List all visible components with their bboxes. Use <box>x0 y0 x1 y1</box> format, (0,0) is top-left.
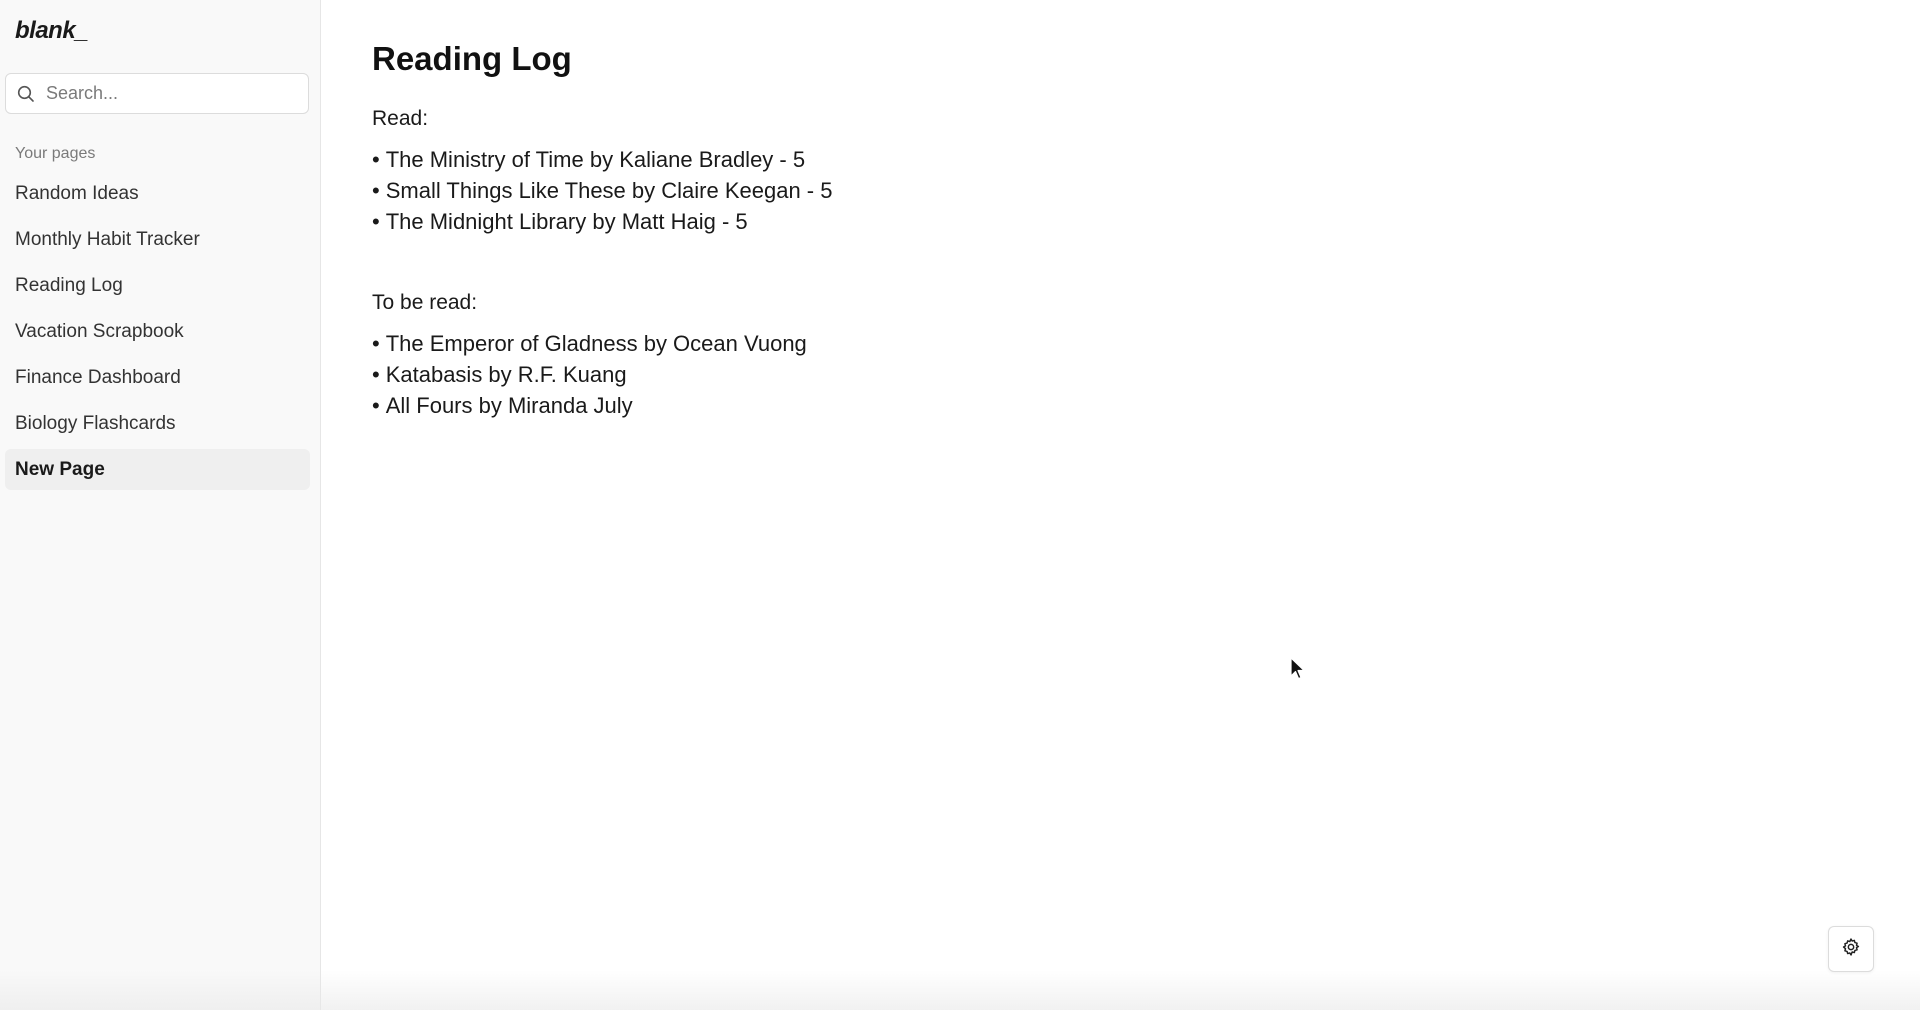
bullet: • <box>372 393 380 418</box>
book-title: The Ministry of Time by Kaliane Bradley … <box>385 147 806 172</box>
sidebar-item-vacation-scrapbook[interactable]: Vacation Scrapbook <box>5 311 310 352</box>
sidebar-item-random-ideas[interactable]: Random Ideas <box>5 173 310 214</box>
book-title: Katabasis by R.F. Kuang <box>385 362 627 387</box>
bullet: • <box>372 209 380 234</box>
list-item[interactable]: • The Emperor of Gladness by Ocean Vuong <box>372 328 807 359</box>
read-heading[interactable]: Read: <box>372 107 428 131</box>
pages-section-label: Your pages <box>15 145 96 162</box>
list-item[interactable]: • All Fours by Miranda July <box>372 390 807 421</box>
app-logo: blank_ <box>15 17 89 44</box>
sidebar-item-monthly-habit-tracker[interactable]: Monthly Habit Tracker <box>5 219 310 260</box>
sidebar-item-finance-dashboard[interactable]: Finance Dashboard <box>5 357 310 398</box>
book-title: The Emperor of Gladness by Ocean Vuong <box>385 331 807 356</box>
sidebar-item-new-page[interactable]: New Page <box>5 449 310 490</box>
sidebar-item-reading-log[interactable]: Reading Log <box>5 265 310 306</box>
bullet: • <box>372 331 380 356</box>
tbr-list: • The Emperor of Gladness by Ocean Vuong … <box>372 328 807 421</box>
book-title: All Fours by Miranda July <box>385 393 633 418</box>
bullet: • <box>372 147 380 172</box>
book-title: The Midnight Library by Matt Haig - 5 <box>385 209 748 234</box>
list-item[interactable]: • Small Things Like These by Claire Keega… <box>372 175 832 206</box>
search-box[interactable] <box>5 73 309 114</box>
book-title: Small Things Like These by Claire Keegan… <box>385 178 833 203</box>
settings-button[interactable] <box>1828 926 1874 972</box>
read-list: • The Ministry of Time by Kaliane Bradley… <box>372 144 832 237</box>
list-item[interactable]: • The Midnight Library by Matt Haig - 5 <box>372 206 832 237</box>
tbr-heading[interactable]: To be read: <box>372 291 477 315</box>
list-item[interactable]: • The Ministry of Time by Kaliane Bradley… <box>372 144 832 175</box>
pages-nav: Random Ideas Monthly Habit Tracker Readi… <box>5 173 310 495</box>
search-input[interactable] <box>46 83 296 104</box>
sidebar-item-biology-flashcards[interactable]: Biology Flashcards <box>5 403 310 444</box>
bullet: • <box>372 178 380 203</box>
sidebar: blank_ Your pages Random Ideas Monthly H… <box>0 0 321 1010</box>
gear-icon <box>1841 937 1861 962</box>
bullet: • <box>372 362 380 387</box>
page-title[interactable]: Reading Log <box>372 40 572 78</box>
page-content: Reading Log Read: • The Ministry of Time … <box>321 0 1920 1010</box>
mouse-pointer-icon <box>1290 657 1306 681</box>
app-window: blank_ Your pages Random Ideas Monthly H… <box>0 0 1920 1010</box>
list-item[interactable]: • Katabasis by R.F. Kuang <box>372 359 807 390</box>
search-icon <box>16 84 36 104</box>
